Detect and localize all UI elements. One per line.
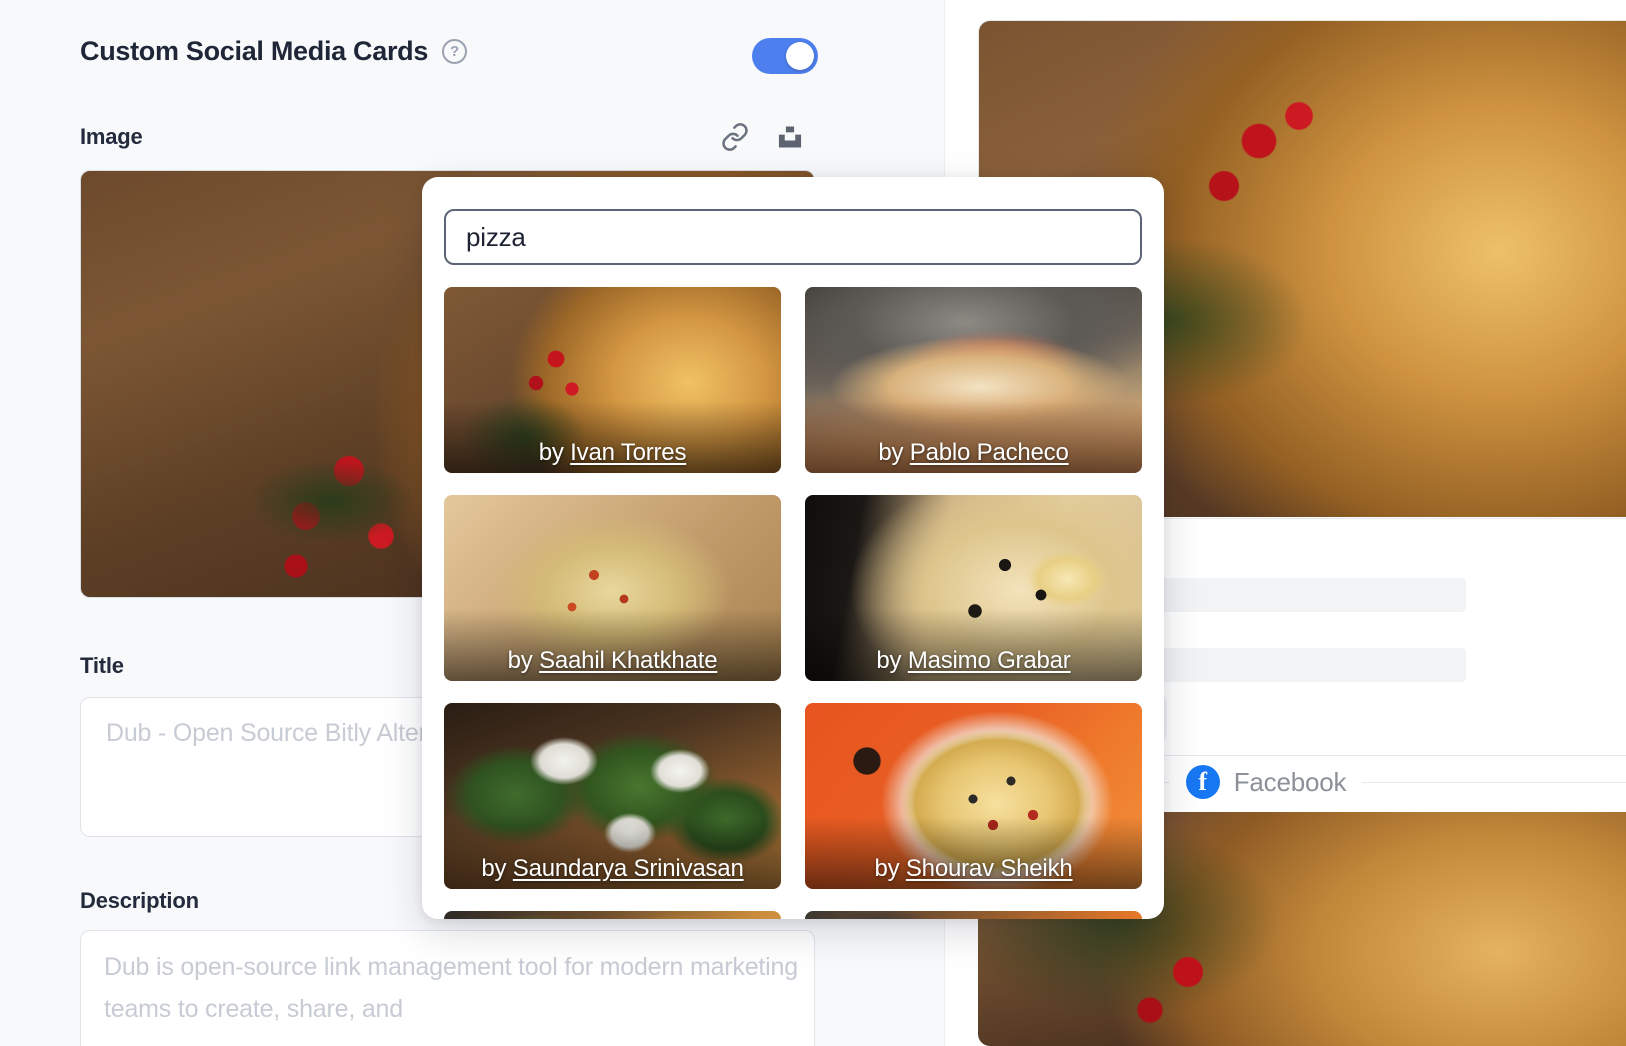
photo-credit: by Ivan Torres xyxy=(444,439,781,467)
image-result-item[interactable]: by Saahil Khatkhate xyxy=(444,495,781,681)
page-title: Custom Social Media Cards xyxy=(80,36,429,66)
description-label: Description xyxy=(80,888,199,913)
facebook-logo-icon: f xyxy=(1185,765,1220,799)
link-icon[interactable] xyxy=(720,122,750,152)
credit-author-link[interactable]: Pablo Pacheco xyxy=(910,439,1069,466)
image-results-grid: by Ivan Torres by Pablo Pacheco by Saahi… xyxy=(444,287,1142,919)
app-root: Custom Social Media Cards ? Image Title … xyxy=(0,0,1626,1046)
credit-prefix: by xyxy=(874,855,906,882)
image-result-item[interactable]: by Ivan Torres xyxy=(444,287,781,473)
credit-author-link[interactable]: Masimo Grabar xyxy=(908,647,1071,674)
credit-author-link[interactable]: Shourav Sheikh xyxy=(906,855,1073,882)
search-input[interactable] xyxy=(444,209,1142,265)
image-action-group xyxy=(720,122,804,152)
credit-prefix: by xyxy=(538,439,571,466)
image-label: Image xyxy=(80,124,143,149)
custom-social-cards-toggle[interactable] xyxy=(752,38,818,74)
description-placeholder: Dub is open-source link management tool … xyxy=(104,953,805,1023)
title-label: Title xyxy=(80,653,124,678)
facebook-label: Facebook xyxy=(1233,766,1347,797)
credit-prefix: by xyxy=(507,647,540,674)
thumbnail-art xyxy=(444,911,781,919)
photo-credit: by Shourav Sheikh xyxy=(805,855,1142,883)
section-header: Custom Social Media Cards ? xyxy=(80,36,468,67)
credit-author-link[interactable]: Saahil Khatkhate xyxy=(539,647,717,674)
credit-author-link[interactable]: Saundarya Srinivasan xyxy=(513,855,744,882)
image-result-item[interactable] xyxy=(805,911,1142,919)
photo-credit: by Saahil Khatkhate xyxy=(444,647,781,675)
photo-credit: by Masimo Grabar xyxy=(805,647,1142,675)
unsplash-icon[interactable] xyxy=(776,123,804,151)
credit-prefix: by xyxy=(481,855,513,882)
thumbnail-art xyxy=(805,911,1142,919)
image-result-item[interactable] xyxy=(444,911,781,919)
toggle-knob xyxy=(786,42,814,70)
search-wrapper xyxy=(444,209,1142,265)
credit-author-link[interactable]: Ivan Torres xyxy=(570,439,686,466)
credit-prefix: by xyxy=(878,439,910,466)
image-result-item[interactable]: by Saundarya Srinivasan xyxy=(444,703,781,889)
photo-credit: by Pablo Pacheco xyxy=(805,439,1142,467)
unsplash-search-dialog: by Ivan Torres by Pablo Pacheco by Saahi… xyxy=(422,177,1164,919)
image-result-item[interactable]: by Shourav Sheikh xyxy=(805,703,1142,889)
facebook-chip: f Facebook xyxy=(1185,765,1347,799)
rule-right xyxy=(1362,781,1626,783)
image-result-item[interactable]: by Pablo Pacheco xyxy=(805,287,1142,473)
question-mark-circle-icon[interactable]: ? xyxy=(442,39,468,64)
credit-prefix: by xyxy=(876,647,908,674)
photo-credit: by Saundarya Srinivasan xyxy=(444,855,781,883)
image-result-item[interactable]: by Masimo Grabar xyxy=(805,495,1142,681)
